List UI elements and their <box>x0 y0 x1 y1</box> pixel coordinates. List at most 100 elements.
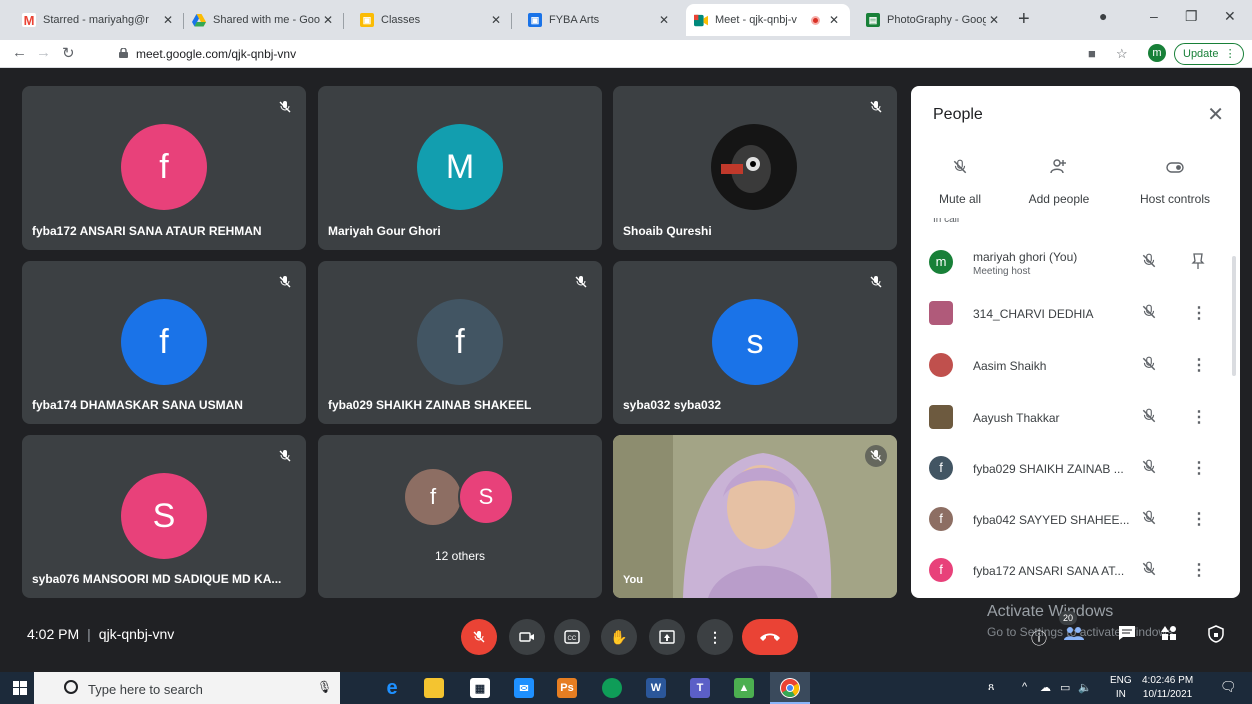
minimize-button[interactable]: – <box>1150 8 1158 24</box>
host-controls-shield-icon[interactable] <box>1208 625 1224 648</box>
chevron-up-icon[interactable]: ^ <box>1022 681 1027 693</box>
photoshop-elements-icon[interactable]: Ps <box>557 678 577 698</box>
tab-photography[interactable]: ▤ PhotoGraphy - Google ✕ <box>858 6 1010 34</box>
close-window-button[interactable]: ✕ <box>1224 8 1236 25</box>
close-icon[interactable]: ✕ <box>1207 102 1224 127</box>
close-icon[interactable]: ✕ <box>656 13 672 27</box>
classroom-icon: ▣ <box>528 13 542 27</box>
participant-tile[interactable]: M Mariyah Gour Ghori <box>318 86 602 250</box>
gmail-icon: M <box>22 12 36 28</box>
close-icon[interactable]: ✕ <box>160 13 176 27</box>
participant-tile[interactable]: S syba076 MANSOORI MD SADIQUE MD KA... <box>22 435 306 598</box>
more-options-button[interactable]: ⋮ <box>697 619 733 655</box>
participant-tile[interactable]: Shoaib Qureshi <box>613 86 897 250</box>
photos-icon[interactable]: ▲ <box>734 678 754 698</box>
list-item[interactable]: Aayush Thakkar ⋮ <box>911 393 1231 445</box>
record-icon[interactable]: ● <box>1099 8 1107 24</box>
participant-name: Shoaib Qureshi <box>623 224 712 238</box>
activities-icon[interactable] <box>1160 625 1178 646</box>
present-screen-button[interactable] <box>649 619 685 655</box>
more-options-icon[interactable]: ⋮ <box>1191 303 1207 323</box>
camera-in-use-icon[interactable]: ■ <box>1088 46 1096 61</box>
tab-gmail[interactable]: M Starred - mariyahg@r ✕ <box>14 6 184 34</box>
participant-tile[interactable]: s syba032 syba032 <box>613 261 897 424</box>
participant-tile[interactable]: f fyba172 ANSARI SANA ATAUR REHMAN <box>22 86 306 250</box>
close-icon[interactable]: ✕ <box>986 13 1002 27</box>
microphone-toggle-button[interactable] <box>461 619 497 655</box>
participant-tile[interactable]: f fyba029 SHAIKH ZAINAB SHAKEEL <box>318 261 602 424</box>
mic-off-icon <box>865 445 887 467</box>
word-icon[interactable]: W <box>646 678 666 698</box>
avatar: f <box>417 299 503 385</box>
close-icon[interactable]: ✕ <box>488 13 504 27</box>
list-item[interactable]: Aasim Shaikh ⋮ <box>911 341 1231 393</box>
restore-button[interactable]: ❐ <box>1185 8 1198 25</box>
avatar: f <box>121 299 207 385</box>
notifications-icon[interactable]: 🗨 <box>1220 679 1237 695</box>
list-item[interactable]: f fyba029 SHAIKH ZAINAB ... ⋮ <box>911 444 1231 496</box>
people-button[interactable] <box>1063 625 1085 646</box>
new-tab-button[interactable]: + <box>1018 8 1030 31</box>
list-item[interactable]: f fyba172 ANSARI SANA AT... ⋮ <box>911 546 1231 598</box>
list-item[interactable]: f fyba042 SAYYED SHAHEE... ⋮ <box>911 495 1231 547</box>
edge-icon[interactable] <box>602 678 622 698</box>
profile-avatar[interactable]: m <box>1148 44 1166 62</box>
tab-meet[interactable]: Meet - qjk-qnbj-v ✕ <box>686 4 850 36</box>
bookmark-star-icon[interactable]: ☆ <box>1116 46 1128 62</box>
avatar: f <box>405 469 461 525</box>
leave-call-button[interactable] <box>742 619 798 655</box>
more-options-icon[interactable]: ⋮ <box>1191 458 1207 478</box>
file-explorer-icon[interactable] <box>424 678 444 698</box>
input-language[interactable]: ENG IN <box>1110 674 1132 702</box>
onedrive-icon[interactable]: ☁ <box>1040 681 1051 694</box>
mic-off-icon <box>274 445 296 467</box>
taskbar-clock[interactable]: 4:02:46 PM 10/11/2021 <box>1142 674 1193 702</box>
more-options-icon[interactable]: ⋮ <box>1191 355 1207 375</box>
person-icon[interactable]: ጸ <box>988 681 994 694</box>
chrome-icon[interactable] <box>780 678 800 698</box>
mute-all-button[interactable]: Mute all <box>911 158 1010 206</box>
more-options-icon[interactable]: ⋮ <box>1191 560 1207 580</box>
others-tile[interactable]: f S 12 others <box>318 435 602 598</box>
panel-scrollbar[interactable] <box>1232 256 1236 376</box>
avatar: S <box>121 473 207 559</box>
reload-icon[interactable]: ↻ <box>62 44 75 62</box>
chat-icon[interactable] <box>1118 625 1136 646</box>
mail-icon[interactable]: ✉ <box>514 678 534 698</box>
pin-icon[interactable] <box>1191 252 1205 275</box>
tab-drive[interactable]: Shared with me - Goo ✕ <box>184 6 344 34</box>
camera-toggle-button[interactable] <box>509 619 545 655</box>
more-options-icon[interactable]: ⋮ <box>1191 407 1207 427</box>
mic-off-icon <box>865 96 887 118</box>
volume-icon[interactable]: 🔈 <box>1078 681 1092 694</box>
windows-start-icon[interactable] <box>13 681 27 695</box>
url-text[interactable]: meet.google.com/qjk-qnbj-vnv <box>136 47 296 61</box>
mic-off-icon <box>1141 407 1157 430</box>
list-item[interactable]: m mariyah ghori (You) Meeting host <box>911 238 1231 290</box>
section-label: In call <box>933 218 960 224</box>
tab-classes[interactable]: ▣ Classes ✕ <box>352 6 512 34</box>
add-people-button[interactable]: Add people <box>1009 158 1109 206</box>
edge-legacy-icon[interactable]: e <box>382 677 402 699</box>
tab-fyba-arts[interactable]: ▣ FYBA Arts ✕ <box>520 6 680 34</box>
update-button[interactable]: Update ⋮ <box>1174 43 1244 65</box>
close-icon[interactable]: ✕ <box>320 13 336 27</box>
teams-icon[interactable]: T <box>690 678 710 698</box>
participant-tile[interactable]: f fyba174 DHAMASKAR SANA USMAN <box>22 261 306 424</box>
taskbar-search-box[interactable]: Type here to search 🎙 <box>34 672 340 704</box>
microphone-icon[interactable]: 🎙 <box>317 680 332 694</box>
captions-button[interactable]: CC <box>554 619 590 655</box>
host-controls-button[interactable]: Host controls <box>1125 158 1225 206</box>
raise-hand-button[interactable]: ✋ <box>601 619 637 655</box>
close-icon[interactable]: ✕ <box>826 13 842 27</box>
back-icon[interactable]: ← <box>12 44 27 61</box>
forward-icon[interactable]: → <box>36 44 51 61</box>
meeting-details-icon[interactable]: ⓘ <box>1031 625 1047 649</box>
mic-off-icon <box>1141 560 1157 583</box>
self-video-tile[interactable]: You <box>613 435 897 598</box>
add-person-icon <box>1009 158 1109 192</box>
store-icon[interactable]: ▦ <box>470 678 490 698</box>
battery-icon[interactable]: ▭ <box>1060 681 1070 694</box>
list-item[interactable]: 314_CHARVI DEDHIA ⋮ <box>911 289 1231 341</box>
more-options-icon[interactable]: ⋮ <box>1191 509 1207 529</box>
